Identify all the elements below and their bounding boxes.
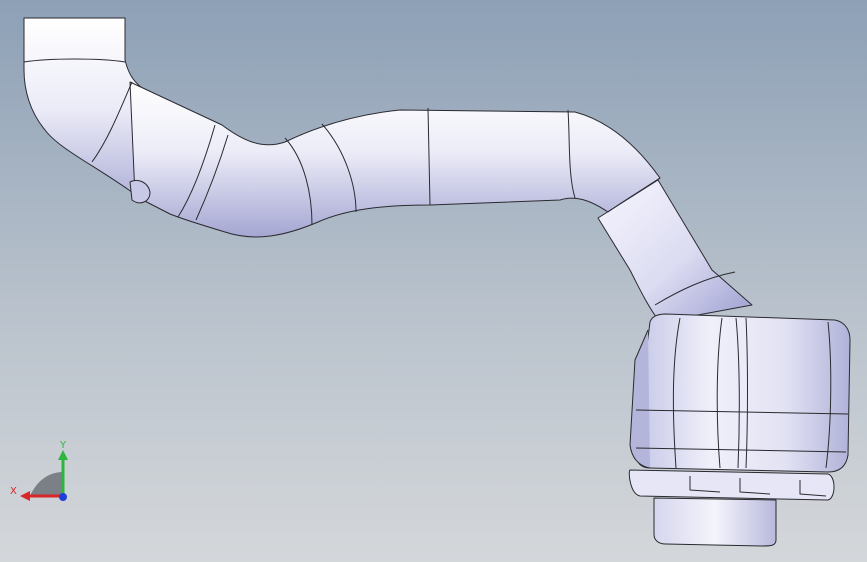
z-axis-dot xyxy=(59,493,67,501)
robot-arm-model[interactable] xyxy=(0,0,867,562)
axis-triad: Y X xyxy=(10,440,68,501)
x-axis-label: X xyxy=(10,486,17,497)
triad-plane xyxy=(30,472,63,496)
x-axis-head xyxy=(20,491,30,501)
y-axis-head xyxy=(58,450,68,460)
wrist-side-panel xyxy=(629,329,651,469)
upper-link[interactable] xyxy=(129,81,661,238)
3d-viewport[interactable]: Y X xyxy=(0,0,867,562)
tool-base-cylinder[interactable] xyxy=(653,497,777,547)
y-axis-label: Y xyxy=(59,440,67,451)
tool-flange-plate[interactable] xyxy=(628,469,835,501)
